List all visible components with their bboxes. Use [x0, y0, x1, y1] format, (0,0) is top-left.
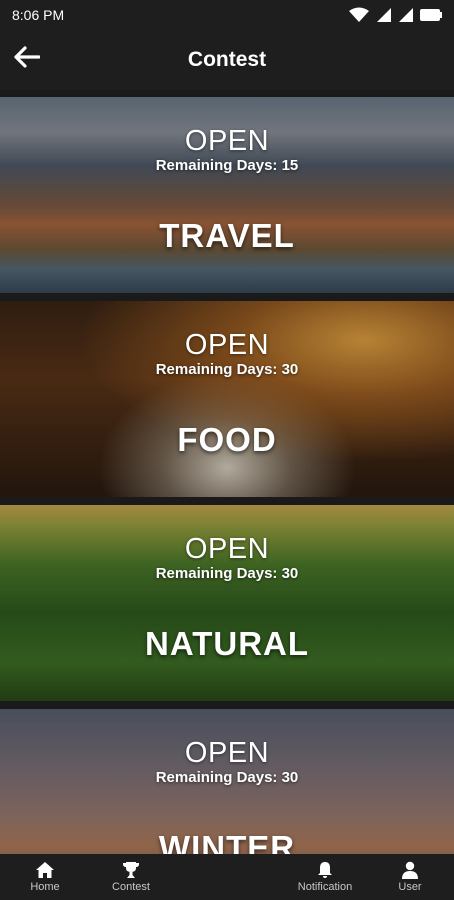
nav-label-notification: Notification: [297, 881, 353, 893]
remaining-days-value: 15: [281, 157, 299, 174]
contest-card-food[interactable]: OPEN Remaining Days: 30 FOOD: [0, 301, 454, 497]
page-title: Contest: [187, 48, 267, 71]
contest-card-natural[interactable]: OPEN Remaining Days: 30 NATURAL: [0, 505, 454, 701]
contest-card-travel[interactable]: OPEN Remaining Days: 15 TRAVEL: [0, 97, 454, 293]
nav-label-home: Home: [30, 881, 60, 893]
contest-status: OPEN: [184, 125, 270, 157]
remaining-days-label: Remaining Days:: [155, 565, 278, 582]
nav-item-home[interactable]: Home: [18, 854, 72, 900]
remaining-days: Remaining Days: 15: [0, 157, 454, 174]
arrow-left-icon: [14, 45, 41, 73]
contest-name: TRAVEL: [159, 217, 295, 254]
status-time: 8:06 PM: [12, 7, 65, 23]
contest-list: OPEN Remaining Days: 15 TRAVEL OPEN Rema…: [0, 90, 454, 854]
contest-status: OPEN: [184, 533, 270, 565]
battery-icon: [420, 9, 442, 21]
signal-icon: [376, 7, 392, 23]
remaining-days-label: Remaining Days:: [155, 157, 278, 174]
remaining-days-value: 30: [281, 361, 299, 378]
remaining-days-value: 30: [281, 565, 299, 582]
signal-icon: [398, 7, 414, 23]
remaining-days: Remaining Days: 30: [0, 361, 454, 378]
back-button[interactable]: [12, 44, 42, 74]
trophy-icon: [122, 861, 140, 879]
nav-label-contest: Contest: [112, 881, 150, 893]
nav-item-user[interactable]: User: [388, 854, 432, 900]
contest-card-winter[interactable]: OPEN Remaining Days: 30 WINTER: [0, 709, 454, 854]
wifi-icon: [348, 7, 370, 23]
remaining-days-value: 30: [281, 769, 299, 786]
nav-label-user: User: [398, 881, 422, 893]
user-icon: [401, 861, 419, 879]
remaining-days: Remaining Days: 30: [0, 565, 454, 582]
remaining-days-label: Remaining Days:: [155, 769, 278, 786]
bell-icon: [317, 861, 333, 879]
contest-name: WINTER: [158, 829, 296, 854]
nav-item-contest[interactable]: Contest: [104, 854, 158, 900]
contest-name: NATURAL: [144, 625, 310, 662]
app-bar: Contest: [0, 30, 454, 90]
remaining-days-label: Remaining Days:: [155, 361, 278, 378]
contest-name: FOOD: [177, 421, 277, 458]
remaining-days: Remaining Days: 30: [0, 769, 454, 786]
home-icon: [35, 861, 55, 879]
bottom-nav: Home Contest Notification User: [0, 854, 454, 900]
contest-status: OPEN: [184, 737, 270, 769]
nav-item-notification[interactable]: Notification: [290, 854, 360, 900]
status-icons: [348, 7, 442, 23]
contest-status: OPEN: [184, 329, 270, 361]
status-bar: 8:06 PM: [0, 0, 454, 30]
